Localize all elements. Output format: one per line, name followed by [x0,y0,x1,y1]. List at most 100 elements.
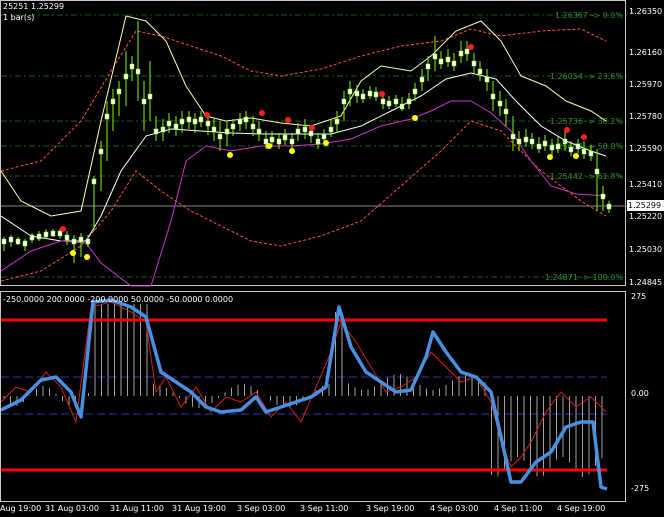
candle-body [256,128,262,135]
candle-body [129,63,135,70]
time-axis-label: 3 Sep 11:00 [300,504,349,513]
candle-body [250,123,256,130]
current-price-tag: 1.25299 [627,200,664,211]
candle-body [308,130,314,137]
bollinger-upper [1,15,607,217]
candle-body [529,138,535,145]
indicator-svg [1,298,608,491]
price-axis-label: 1.24845 [629,278,663,287]
indicator-pane[interactable]: -250.0000 200.0000 -200.0000 50.0000 -50… [0,291,626,502]
candle-body [179,118,185,125]
candle-body [104,113,110,120]
fractal-up-dot [285,117,291,123]
candle-body [22,240,28,247]
time-axis-label: 4 Sep 19:00 [557,504,606,513]
candle-body [173,123,179,130]
price-chart-pane[interactable]: 1.26367 -> 0.0% 1.26054 -> 23.6% 1.25736 -… [0,0,627,287]
candle-body [141,98,147,105]
candle-body [425,63,431,70]
candle-body [269,136,275,143]
candle-body [373,91,379,98]
candle-body [484,76,490,83]
fib-level-label: 1.25736 -> 38.2% [550,117,624,126]
candle-body [497,100,503,107]
fractal-up-dot [309,125,315,131]
candle-body [224,128,230,135]
candle-body [445,56,451,63]
candle-body [123,73,129,80]
fractal-up-dot [379,91,385,97]
candle-body [166,120,172,127]
candle-body [341,98,347,105]
candle-body [91,178,97,185]
candle-body [71,238,77,245]
fractal-down-dot [547,154,553,160]
candle-body [98,148,104,155]
candle-body [110,98,116,105]
candle-body [451,60,457,67]
candle-body [606,203,612,210]
candle-body [328,126,334,133]
price-chart-svg: 1.26367 -> 0.0% 1.26054 -> 23.6% 1.25736 -… [1,11,627,287]
fib-level-label: 1.25442 -> 61.8% [550,172,624,181]
fractal-down-dot [573,153,579,159]
candle-body [160,126,166,133]
candle-body [205,120,211,127]
indicator-axis-label: 0.00 [631,389,649,398]
candle-body [135,68,141,75]
candle-body [282,134,288,141]
candle-body [419,76,425,83]
candle-body [85,238,91,245]
candle-body [432,53,438,60]
price-axis-label: 1.26160 [629,48,663,57]
candle-body [562,138,568,145]
candle-body [36,233,42,240]
candle-body [263,138,269,145]
candle-body [192,118,198,125]
time-axis-label: Aug 19:00 [0,504,42,513]
candle-body [471,60,477,67]
candle-body [1,238,7,245]
candle-body [64,234,70,241]
moving-average [1,72,607,242]
candle-body [594,168,600,175]
candle-body [153,128,159,135]
time-axis-label: 31 Aug 19:00 [172,504,226,513]
candle-body [581,148,587,155]
price-axis-label: 1.25590 [629,144,663,153]
fractal-down-dot [227,152,233,158]
candle-body [186,116,192,123]
candle-body [600,193,606,200]
indicator-axis-label: 275 [631,292,647,301]
candle-body [57,230,63,237]
candle-body [542,140,548,147]
candle-body [43,231,49,238]
price-axis-label: 1.25970 [629,80,663,89]
candle-body [399,103,405,110]
candle-body [315,138,321,145]
candle-body [490,93,496,100]
candle-body [116,88,122,95]
candle-body [464,48,470,55]
candle-body [503,108,509,115]
candle-body [289,138,295,145]
candle-body [8,236,14,243]
fractal-down-dot [289,148,295,154]
candle-body [510,133,516,140]
fractal-down-dot [323,140,329,146]
fractal-down-dot [84,254,90,260]
fib-level-label: 1.24871 -> 100.0% [545,273,624,282]
time-axis-label: 3 Sep 19:00 [366,504,415,513]
fractal-up-dot [60,226,66,232]
bar-info-header: 1 bar(s) [3,13,35,22]
fractal-down-dot [412,115,418,121]
candle-body [217,133,223,140]
candle-body [78,236,84,243]
price-axis: 1.26350 1.26160 1.25970 1.25780 1.25590 1.254… [626,0,664,517]
price-axis-label: 1.25780 [629,112,663,121]
indicator-header: -250.0000 200.0000 -200.0000 50.0000 -50… [3,295,234,304]
cci-main-line [1,298,608,491]
fractal-up-dot [468,44,474,50]
price-axis-label: 1.25410 [629,180,663,189]
fractal-down-dot [266,143,272,149]
